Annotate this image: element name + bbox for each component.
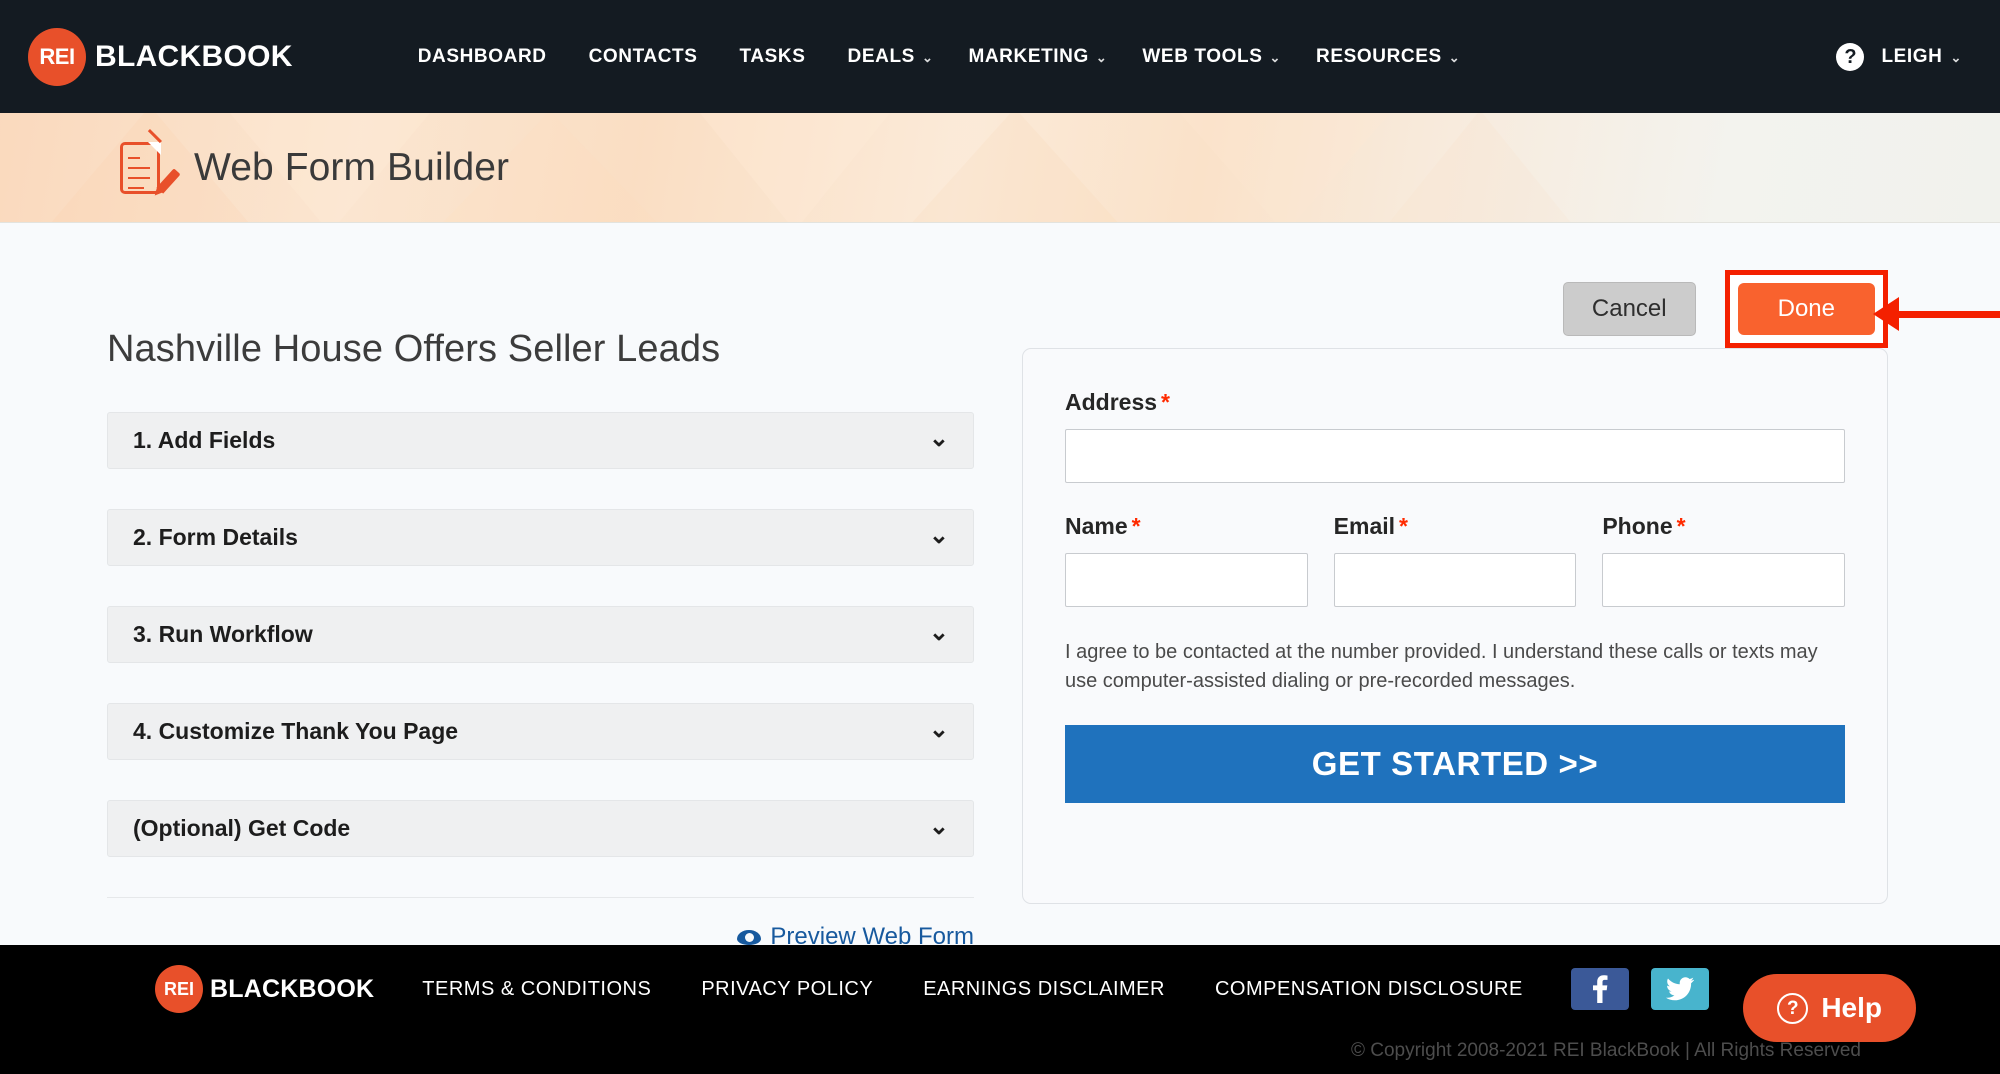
email-label-text: Email (1333, 513, 1396, 539)
page-subheader: Web Form Builder (0, 113, 2000, 223)
chevron-down-icon: ⌄ (1950, 49, 1962, 65)
name-field-label: Name * (1065, 513, 1308, 540)
contact-fields-row: Name * Email * Phone * (1065, 513, 1846, 607)
document-line (128, 166, 150, 169)
section-divider (107, 897, 974, 898)
user-menu-label: LEIGH (1881, 45, 1943, 67)
address-field-label: Address * (1065, 389, 1845, 416)
nav-item-marketing[interactable]: MARKETING ⌄ (968, 46, 1107, 68)
nav-item-web-tools[interactable]: WEB TOOLS ⌄ (1142, 46, 1281, 68)
accordion-section-thank-you-page[interactable]: 4. Customize Thank You Page ⌄ (107, 703, 974, 760)
nav-label: DEALS (847, 45, 915, 67)
document-fold-line (147, 128, 162, 143)
web-form-builder-icon (120, 128, 181, 196)
help-question-icon: ? (1777, 992, 1809, 1024)
web-form-preview-card: Address * Name * Email * Phone * I agree to … (1022, 348, 1888, 904)
required-asterisk: * (1676, 513, 1686, 539)
name-label-text: Name (1065, 513, 1128, 539)
help-widget-button[interactable]: ? Help (1743, 974, 1916, 1042)
consent-disclaimer-text: I agree to be contacted at the number pr… (1065, 641, 1818, 692)
brand-badge-icon: REI (28, 27, 86, 86)
nav-item-deals[interactable]: DEALS ⌄ (848, 46, 934, 68)
accordion-label: 3. Run Workflow (133, 621, 313, 647)
nav-right-group: ? LEIGH ⌄ (1836, 42, 1962, 71)
primary-nav: DASHBOARD CONTACTS TASKS DEALS ⌄ MARKETI… (418, 46, 1461, 68)
chevron-down-icon: ⌄ (928, 618, 949, 646)
brand-logo[interactable]: REI BLACKBOOK (28, 27, 293, 86)
accordion-section-run-workflow[interactable]: 3. Run Workflow ⌄ (107, 606, 974, 663)
chevron-down-icon: ⌄ (1095, 49, 1108, 65)
document-line (128, 156, 140, 159)
chevron-down-icon: ⌄ (921, 49, 934, 65)
nav-item-contacts[interactable]: CONTACTS (589, 46, 705, 68)
email-field-label: Email * (1334, 513, 1577, 540)
required-asterisk: * (1161, 389, 1170, 415)
accordion-label: 2. Form Details (133, 524, 298, 550)
form-name-heading: Nashville House Offers Seller Leads (107, 328, 721, 370)
footer-brand-badge-icon: REI (155, 965, 203, 1013)
chevron-down-icon: ⌄ (928, 424, 949, 452)
social-links (1570, 968, 1709, 1010)
footer-link-earnings[interactable]: EARNINGS DISCLAIMER (923, 978, 1165, 1001)
email-input[interactable] (1333, 553, 1577, 607)
document-line (128, 186, 144, 189)
cancel-button[interactable]: Cancel (1562, 282, 1696, 336)
accordion-label: (Optional) Get Code (133, 815, 351, 841)
user-menu[interactable]: LEIGH ⌄ (1881, 46, 1962, 68)
copyright-text: © Copyright 2008-2021 REI BlackBook | Al… (1350, 1040, 1861, 1061)
form-action-buttons: Cancel Done (1562, 270, 1888, 348)
page-title: Web Form Builder (194, 145, 510, 189)
nav-item-dashboard[interactable]: DASHBOARD (418, 46, 554, 68)
accordion-section-form-details[interactable]: 2. Form Details ⌄ (107, 509, 974, 566)
document-folded-corner (148, 141, 161, 155)
nav-item-resources[interactable]: RESOURCES ⌄ (1316, 46, 1460, 68)
address-input[interactable] (1065, 429, 1845, 483)
email-field-group: Email * (1333, 513, 1577, 607)
help-widget-label: Help (1821, 992, 1882, 1023)
twitter-icon[interactable] (1650, 968, 1709, 1010)
nav-label: CONTACTS (588, 45, 698, 67)
site-footer: REI BLACKBOOK TERMS & CONDITIONS PRIVACY… (0, 945, 2000, 1074)
chevron-down-icon: ⌄ (928, 521, 949, 549)
chevron-down-icon: ⌄ (1269, 49, 1281, 65)
name-input[interactable] (1065, 553, 1308, 607)
top-navigation-bar: REI BLACKBOOK DASHBOARD CONTACTS TASKS D… (0, 0, 2000, 113)
builder-steps-panel: Nashville House Offers Seller Leads 1. A… (107, 328, 974, 951)
chevron-down-icon: ⌄ (928, 715, 949, 743)
phone-label-text: Phone (1602, 513, 1673, 539)
footer-brand-wordmark: BLACKBOOK (210, 974, 375, 1003)
nav-label: TASKS (739, 45, 806, 67)
document-line (128, 176, 150, 179)
accordion-section-add-fields[interactable]: 1. Add Fields ⌄ (107, 412, 974, 469)
required-asterisk: * (1131, 513, 1141, 539)
brand-wordmark: BLACKBOOK (95, 39, 293, 73)
phone-field-label: Phone * (1602, 513, 1845, 540)
address-label-text: Address (1065, 389, 1158, 415)
phone-field-group: Phone * (1602, 513, 1846, 607)
nav-label: MARKETING (968, 45, 1089, 67)
done-button[interactable]: Done (1737, 283, 1875, 335)
phone-input[interactable] (1602, 553, 1846, 607)
eye-icon (737, 929, 762, 945)
accordion-label: 1. Add Fields (133, 427, 276, 453)
footer-links: TERMS & CONDITIONS PRIVACY POLICY EARNIN… (422, 978, 1523, 1001)
done-button-highlight-box: Done (1724, 270, 1888, 348)
help-question-icon[interactable]: ? (1836, 42, 1865, 71)
nav-item-tasks[interactable]: TASKS (740, 46, 813, 68)
nav-label: WEB TOOLS (1142, 45, 1263, 67)
footer-link-privacy[interactable]: PRIVACY POLICY (701, 978, 873, 1001)
chevron-down-icon: ⌄ (1448, 49, 1461, 65)
footer-link-terms[interactable]: TERMS & CONDITIONS (422, 978, 651, 1001)
footer-link-compensation[interactable]: COMPENSATION DISCLOSURE (1215, 978, 1523, 1001)
get-started-button[interactable]: GET STARTED >> (1065, 725, 1845, 803)
accordion-label: 4. Customize Thank You Page (133, 718, 459, 744)
nav-label: RESOURCES (1316, 45, 1442, 67)
required-asterisk: * (1399, 513, 1408, 539)
accordion-section-get-code[interactable]: (Optional) Get Code ⌄ (107, 800, 974, 857)
chevron-down-icon: ⌄ (928, 812, 949, 840)
pencil-icon (156, 167, 181, 194)
facebook-icon[interactable] (1570, 968, 1629, 1010)
nav-label: DASHBOARD (417, 45, 547, 67)
name-field-group: Name * (1065, 513, 1308, 607)
